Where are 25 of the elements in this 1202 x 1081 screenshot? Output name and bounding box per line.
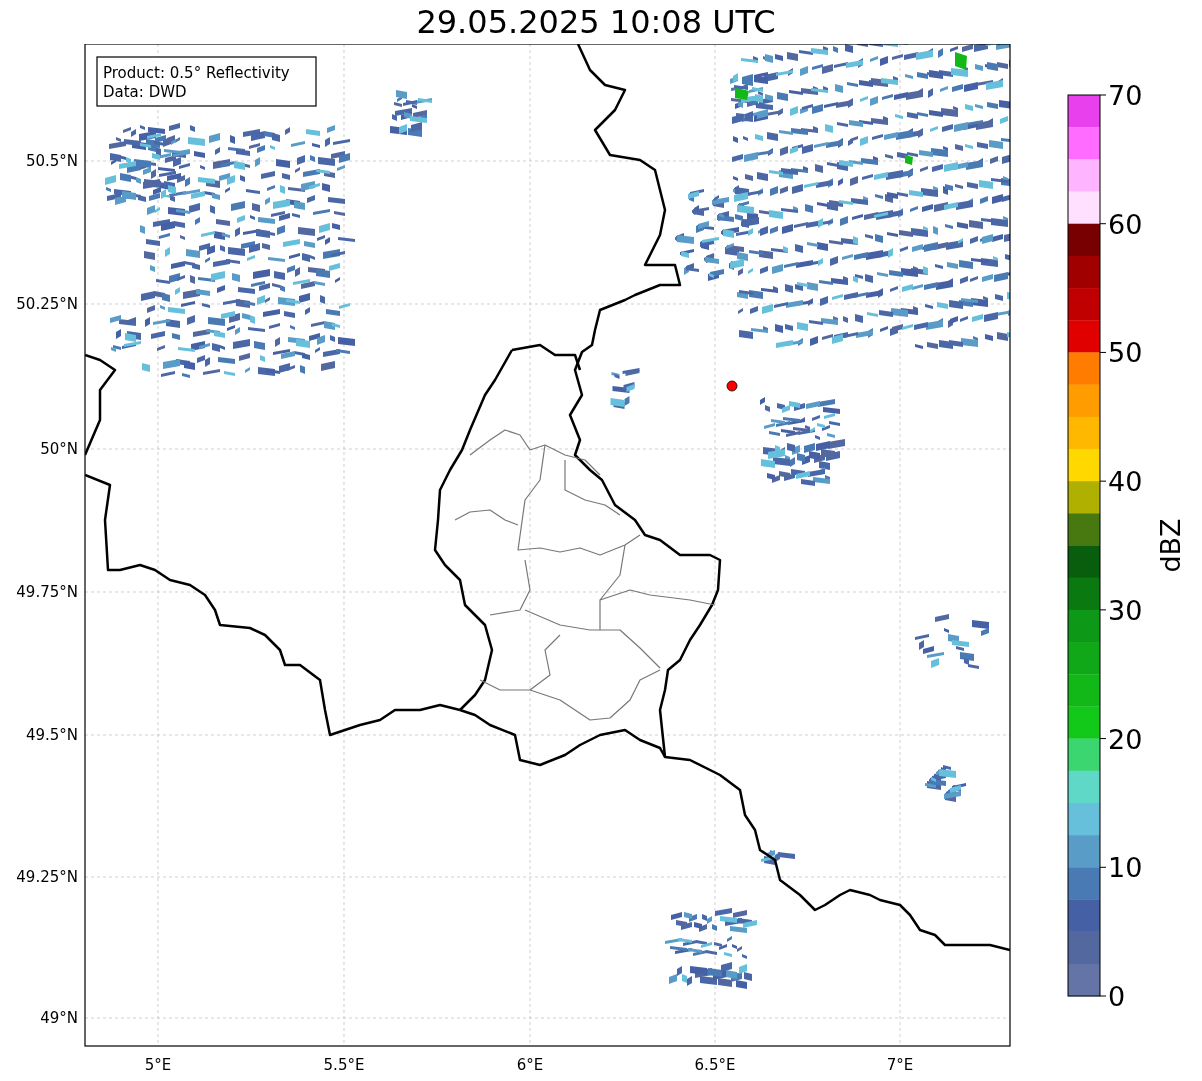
longitude-label: 6.5°E <box>694 1056 736 1074</box>
colorbar-tick-label: 50 <box>1108 337 1143 369</box>
latitude-label: 49°N <box>40 1009 78 1027</box>
colorbar-tick-label: 70 <box>1108 80 1143 111</box>
longitude-label: 5.5°E <box>323 1056 365 1074</box>
colorbar-tick-label: 30 <box>1108 594 1143 626</box>
colorbar-tick-label: 60 <box>1108 208 1143 240</box>
colorbar-tick-label: 40 <box>1108 466 1143 498</box>
longitude-label: 7°E <box>886 1056 914 1074</box>
colorbar-label: dBZ <box>1155 518 1186 573</box>
figure-title: 29.05.2025 10:08 UTC <box>416 2 776 43</box>
info-text: Data: DWD <box>103 83 187 101</box>
latitude-label: 50.25°N <box>16 295 78 313</box>
colorbar-tick-label: 20 <box>1108 723 1143 755</box>
longitude-label: 5°E <box>144 1056 172 1074</box>
latitude-label: 49.25°N <box>16 868 78 886</box>
info-text: Product: 0.5° Reflectivity <box>103 64 290 82</box>
longitude-label: 6°E <box>516 1056 544 1074</box>
colorbar-tick-label: 0 <box>1108 981 1126 1012</box>
latitude-label: 50.5°N <box>25 152 78 170</box>
station-marker <box>726 380 738 392</box>
latitude-label: 49.5°N <box>25 726 78 744</box>
latitude-label: 50°N <box>40 440 78 458</box>
colorbar-tick-label: 10 <box>1108 852 1143 884</box>
latitude-label: 49.75°N <box>16 583 78 601</box>
